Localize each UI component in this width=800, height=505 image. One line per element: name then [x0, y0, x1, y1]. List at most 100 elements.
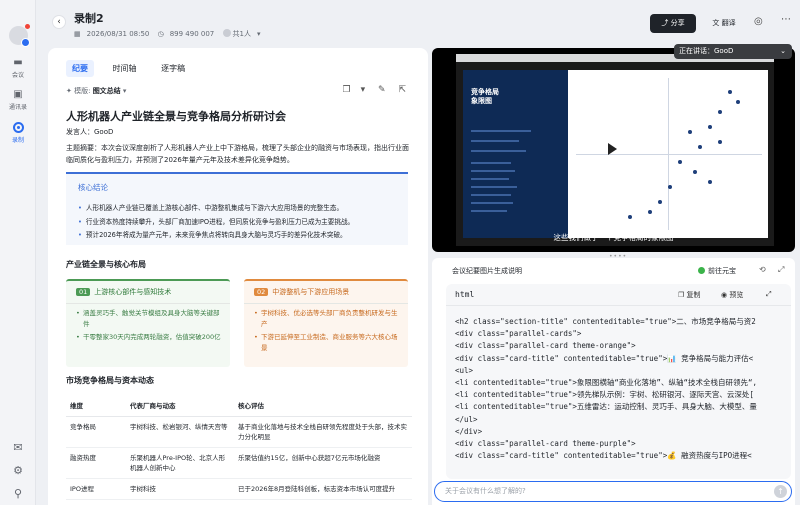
rail-item-meetings[interactable]: ▬ 会议	[0, 57, 36, 80]
table-cell: 乐聚估值约15亿，创新中心获超7亿元市场化融资	[234, 447, 412, 479]
user-icon[interactable]: ⚲	[0, 487, 36, 500]
chevron-down-icon[interactable]: ▾	[361, 85, 366, 95]
list-item: 宇树科技、优必选等头部厂商负责整机研发与生产	[254, 308, 402, 330]
ai-panel: 会议纪要图片生成说明 前往元宝 ⟲ ⤢ html ❐ 复制 ◉ 预览 ⤢ <h2…	[432, 258, 795, 505]
card-number: 02	[254, 288, 269, 296]
quadrant-chart	[568, 70, 768, 238]
code-content: <h2 class="section-title" contenteditabl…	[455, 316, 757, 462]
live-subtitle: 这些我们做了一个竞争格局的象限图	[553, 233, 674, 242]
ask-input[interactable]: 关于会议有什么想了解的? ↑	[434, 481, 792, 502]
code-line: </div>	[455, 426, 483, 436]
chevron-down-icon: ⌄	[780, 47, 786, 55]
chevron-down-icon: ▾	[122, 87, 127, 95]
table-cell: IPO进程	[66, 478, 126, 500]
card-number: 01	[76, 288, 91, 296]
code-line: <div class="parallel-card theme-purple">	[455, 439, 636, 449]
minutes-card: 纪要 时间轴 逐字稿 ✦ 模版: 图文总结 ▾ ❐ ▾ ✎ ⇱ 人形机器人产业链全…	[48, 48, 428, 505]
table-cell: 乐聚机器人Pre-IPO轮、北京人形机器人创新中心	[126, 447, 234, 479]
table-cell: 已于2026年8月登陆科创板，标志资本市场认可度提升	[234, 478, 412, 500]
rail-item-recordings[interactable]: 录制	[0, 122, 36, 144]
slide-title: 竞争格局 象限图	[471, 88, 499, 105]
core-conclusion-title: 核心结论	[78, 183, 108, 192]
list-item: 涵盖灵巧手、触觉关节模组及具身大脑等关键部件	[76, 308, 224, 330]
code-header: html ❐ 复制 ◉ 预览 ⤢	[446, 284, 791, 306]
play-icon[interactable]	[608, 143, 617, 155]
share-label: 分享	[670, 19, 685, 27]
code-line: <li contenteditable="true">五维雷达：运动控制、灵巧手…	[455, 402, 757, 412]
tab-minutes[interactable]: 纪要	[66, 60, 94, 77]
competition-table: 维度 代表厂商与动态 核心评估 竞争格局 宇树科技、松岩银河、纵情天宫等 基于商…	[66, 394, 412, 500]
attendee-avatar	[222, 29, 231, 37]
code-line: <div class="parallel-card theme-orange">	[455, 341, 636, 351]
tab-transcript[interactable]: 逐字稿	[155, 60, 191, 77]
yuanbao-icon	[698, 267, 705, 274]
goto-yuanbao-link[interactable]: 前往元宝	[698, 266, 736, 276]
rail-item-contacts[interactable]: ▣ 通讯录	[0, 89, 36, 112]
rail-item-label: 通讯录	[8, 104, 27, 111]
more-icon[interactable]: ⋯	[781, 14, 792, 25]
send-icon[interactable]: ↑	[774, 485, 787, 498]
template-selector[interactable]: ✦ 模版: 图文总结 ▾	[66, 86, 126, 96]
section-heading: 市场竞争格局与资本动态	[66, 376, 154, 385]
calendar-icon: ▦	[74, 30, 81, 38]
fullscreen-icon[interactable]: ⤢	[766, 290, 772, 299]
attendee-count[interactable]: 共1人	[233, 30, 251, 38]
copy-label: 复制	[686, 291, 701, 299]
edit-icon[interactable]: ✎	[378, 85, 386, 95]
record-icon	[12, 122, 24, 133]
code-line: <li contenteditable="true">领先梯队示例：宇树、松研银…	[455, 390, 754, 400]
list-item: 下游已延伸至工业制造、商业服务等六大核心场景	[254, 332, 402, 354]
settings-icon[interactable]: ⚙	[0, 464, 36, 477]
list-item: 人形机器人产业链已覆盖上游核心部件、中游整机集成与下游六大应用场景的完整生态。	[78, 202, 354, 216]
meeting-datetime: 2026/08/31 08:50	[86, 30, 150, 38]
speaking-label: 正在讲话：GooD	[679, 47, 734, 55]
video-camera-icon: ▬	[13, 57, 23, 68]
code-line: <div class="card-title" contenteditable=…	[455, 353, 754, 363]
core-conclusion-box: 核心结论 人形机器人产业链已覆盖上游核心部件、中游整机集成与下游六大应用场景的完…	[66, 172, 408, 245]
card-title: 上游核心部件与感知技术	[94, 288, 172, 296]
preview-label: 预览	[729, 291, 744, 299]
copy-code-button[interactable]: ❐ 复制	[678, 290, 701, 300]
tab-timeline[interactable]: 时间轴	[107, 60, 143, 77]
share-icon: ⤴	[661, 19, 671, 27]
column-header: 核心评估	[234, 394, 412, 417]
panel-title: 会议纪要图片生成说明	[452, 267, 522, 275]
code-language: html	[455, 290, 475, 299]
meeting-id: 899 490 007	[169, 30, 215, 38]
share-button[interactable]: ⤴ 分享	[650, 14, 696, 33]
slide-sidebar: 竞争格局 象限图	[463, 70, 568, 238]
code-line: </ul>	[455, 414, 478, 424]
contacts-icon: ▣	[13, 89, 23, 100]
table-cell: 竞争格局	[66, 416, 126, 448]
table-row: IPO进程 宇树科技 已于2026年8月登陆科创板，标志资本市场认可度提升	[66, 478, 412, 500]
parallel-card-green: 01上游核心部件与感知技术 涵盖灵巧手、触觉关节模组及具身大脑等关键部件 干零整…	[66, 279, 230, 367]
preview-button[interactable]: ◉ 预览	[721, 290, 743, 300]
list-item: 行业资本热度持续攀升，头部厂商加速IPO进程，但同质化竞争与盈利压力已成为主要挑…	[78, 216, 354, 230]
code-line: <h2 class="section-title" contenteditabl…	[455, 317, 756, 326]
speaking-indicator[interactable]: 正在讲话：GooD ⌄	[674, 44, 792, 59]
translate-icon: 文	[712, 19, 722, 27]
table-cell: 融资热度	[66, 447, 126, 479]
meeting-meta: ▦ 2026/08/31 08:50 ◷ 899 490 007 共1人 ▾	[74, 29, 266, 39]
header: ‹ 录制2 ▦ 2026/08/31 08:50 ◷ 899 490 007 共1人…	[36, 0, 800, 46]
card-title: 中游整机与下游应用场景	[272, 288, 350, 296]
export-icon[interactable]: ⇱	[398, 85, 406, 95]
expand-icon[interactable]: ⤢	[778, 265, 784, 275]
back-button[interactable]: ‹	[52, 15, 66, 29]
chevron-down-icon: ▾	[256, 30, 261, 38]
table-row: 竞争格局 宇树科技、松岩银河、纵情天宫等 基于商业化落地与技术全栈自研领先程度处…	[66, 416, 412, 448]
rail-item-label: 会议	[11, 72, 24, 79]
globe-icon[interactable]: ◎	[754, 16, 763, 27]
mail-icon[interactable]: ✉	[0, 441, 36, 454]
sparkle-icon: ✦	[66, 87, 75, 95]
new-chat-icon[interactable]: ⟲	[759, 265, 766, 274]
translate-button[interactable]: 文 翻译	[704, 14, 744, 33]
doc-title: 人形机器人产业链全景与竞争格局分析研讨会	[66, 110, 286, 123]
video-player[interactable]: 竞争格局 象限图 这些我们做了一个竞争格局的象限图	[432, 48, 795, 252]
code-line: <div class="card-title" contenteditable=…	[455, 451, 752, 461]
tab-bar: 纪要 时间轴 逐字稿	[66, 60, 201, 77]
copy-icon[interactable]: ❐	[343, 85, 351, 95]
ask-placeholder: 关于会议有什么想了解的?	[445, 487, 526, 495]
copy-icon: ❐	[678, 291, 687, 299]
avatar[interactable]	[9, 26, 30, 47]
